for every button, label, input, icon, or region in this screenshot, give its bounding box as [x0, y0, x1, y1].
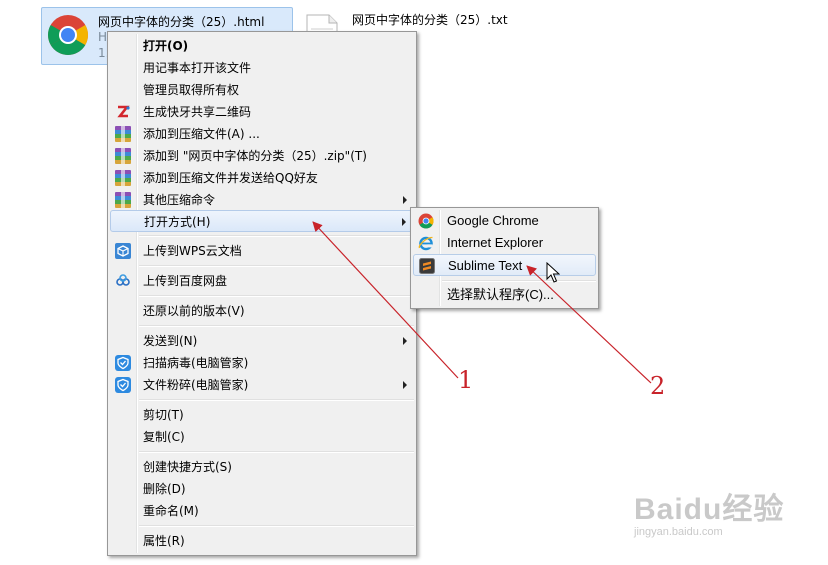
watermark-logo-text: Baidu经验 [634, 493, 785, 526]
annotation-label-2: 2 [650, 372, 666, 400]
watermark-url: jingyan.baidu.com [634, 526, 723, 538]
annotation-label-1: 1 [458, 366, 474, 394]
baidu-watermark: Baidu经验 jingyan.baidu.com [634, 484, 785, 538]
annotation-arrow-2 [526, 265, 652, 384]
annotation-arrow-1 [312, 221, 459, 379]
annotation-arrows [312, 221, 652, 384]
